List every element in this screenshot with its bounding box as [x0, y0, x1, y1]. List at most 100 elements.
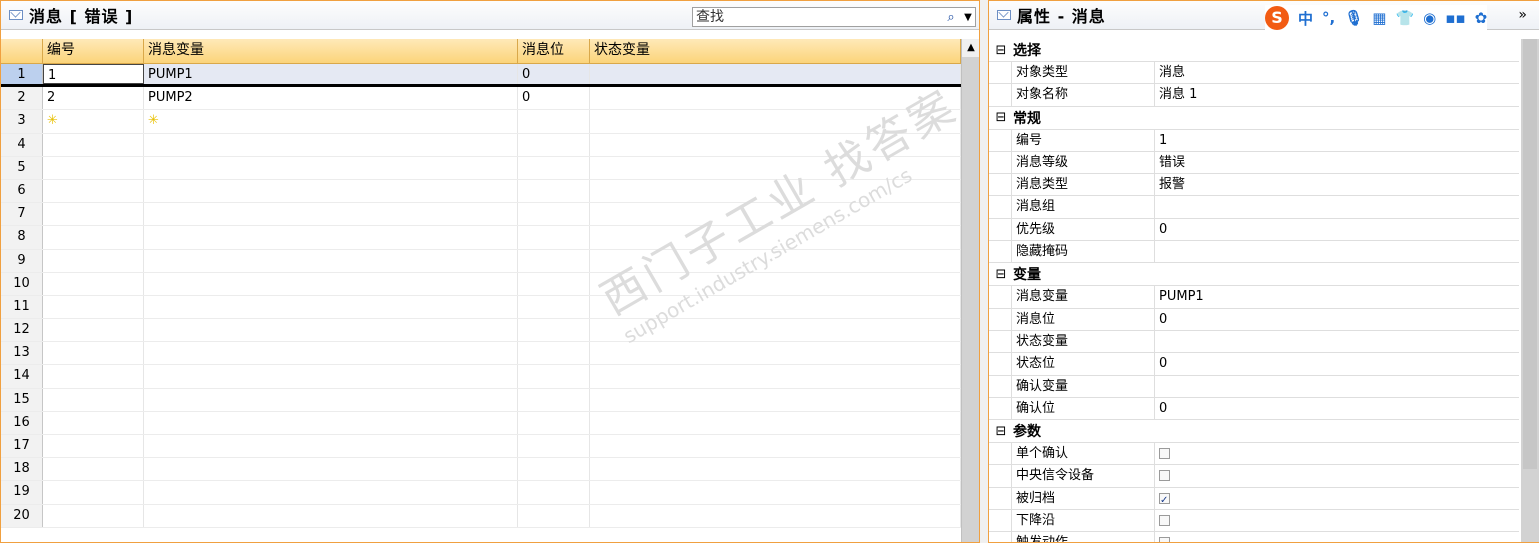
property-value[interactable]: PUMP1 — [1155, 286, 1519, 307]
cell-number[interactable] — [43, 458, 144, 481]
column-header-message-tag[interactable]: 消息变量 — [144, 39, 518, 63]
property-value[interactable] — [1155, 376, 1519, 397]
property-row[interactable]: 消息组 — [989, 196, 1519, 219]
table-row[interactable]: 17 — [1, 435, 961, 459]
column-header-status-tag[interactable]: 状态变量 — [590, 39, 961, 63]
table-row[interactable]: 20 — [1, 504, 961, 528]
cell-message-tag[interactable] — [144, 435, 518, 458]
cell-message-bit[interactable] — [518, 133, 590, 156]
cell-number[interactable] — [43, 319, 144, 342]
property-row[interactable]: 对象名称 消息 1 — [989, 84, 1519, 107]
cell-message-bit[interactable] — [518, 249, 590, 272]
row-number[interactable]: 12 — [1, 319, 43, 342]
row-number[interactable]: 8 — [1, 226, 43, 249]
cell-message-bit[interactable] — [518, 435, 590, 458]
cell-message-bit[interactable] — [518, 365, 590, 388]
ime-tool-icon[interactable]: ▪▪ — [1445, 9, 1465, 27]
cell-number[interactable] — [43, 388, 144, 411]
cell-message-bit[interactable] — [518, 203, 590, 226]
cell-number[interactable] — [43, 411, 144, 434]
row-number[interactable]: 11 — [1, 295, 43, 319]
row-number[interactable]: 7 — [1, 203, 43, 226]
cell-message-tag[interactable] — [144, 295, 518, 319]
cell-message-bit[interactable] — [518, 319, 590, 342]
cell-message-bit[interactable] — [518, 458, 590, 481]
collapse-icon[interactable]: ⊟ — [989, 110, 1013, 125]
cell-status-tag[interactable] — [590, 388, 961, 411]
cell-message-bit[interactable] — [518, 342, 590, 365]
cell-status-tag[interactable] — [590, 435, 961, 458]
ime-tool-icon[interactable]: ◉ — [1423, 9, 1436, 27]
cell-status-tag[interactable] — [590, 365, 961, 388]
cell-number[interactable]: 2 — [43, 87, 144, 110]
property-row[interactable]: 对象类型 消息 — [989, 62, 1519, 85]
cell-message-tag[interactable] — [144, 504, 518, 527]
cell-status-tag[interactable] — [590, 272, 961, 295]
cell-status-tag[interactable] — [590, 110, 961, 133]
cell-message-tag[interactable]: PUMP1 — [144, 64, 518, 85]
cell-status-tag[interactable] — [590, 249, 961, 272]
property-value[interactable] — [1155, 443, 1519, 464]
property-section[interactable]: ⊟ 常规 — [989, 106, 1519, 130]
cell-number[interactable] — [43, 156, 144, 179]
cell-message-tag[interactable] — [144, 179, 518, 203]
row-number[interactable]: 3 — [1, 110, 43, 133]
checkbox[interactable] — [1159, 515, 1170, 527]
cell-number[interactable] — [43, 272, 144, 295]
cell-message-bit[interactable]: 0 — [518, 64, 590, 85]
property-section[interactable]: ⊟ 变量 — [989, 263, 1519, 287]
property-row[interactable]: 中央信令设备 — [989, 465, 1519, 488]
cell-message-tag[interactable] — [144, 319, 518, 342]
property-value[interactable]: 0 — [1155, 219, 1519, 240]
column-header-message-bit[interactable]: 消息位 — [518, 39, 590, 63]
property-row[interactable]: 单个确认 — [989, 443, 1519, 466]
cell-message-bit[interactable] — [518, 179, 590, 203]
cell-message-bit[interactable] — [518, 226, 590, 249]
property-section[interactable]: ⊟ 参数 — [989, 420, 1519, 444]
property-row[interactable]: 消息位 0 — [989, 308, 1519, 331]
cell-status-tag[interactable] — [590, 411, 961, 434]
table-row[interactable]: 18 — [1, 458, 961, 482]
cell-status-tag[interactable] — [590, 179, 961, 203]
table-row[interactable]: 13 — [1, 342, 961, 366]
cell-message-bit[interactable] — [518, 272, 590, 295]
property-section[interactable]: ⊟ 选择 — [989, 39, 1519, 62]
table-row[interactable]: 7 — [1, 203, 961, 227]
property-row[interactable]: 被归档 — [989, 487, 1519, 511]
cell-message-tag[interactable] — [144, 388, 518, 411]
table-row[interactable]: 12 — [1, 319, 961, 343]
cell-message-bit[interactable] — [518, 504, 590, 527]
row-number[interactable]: 19 — [1, 481, 43, 504]
property-value[interactable]: 消息 — [1155, 62, 1519, 83]
cell-status-tag[interactable] — [590, 156, 961, 179]
cell-number[interactable] — [43, 226, 144, 249]
cell-number[interactable]: ✳ — [43, 110, 144, 133]
cell-status-tag[interactable] — [590, 504, 961, 527]
row-number[interactable]: 16 — [1, 411, 43, 434]
row-number[interactable]: 15 — [1, 388, 43, 411]
property-row[interactable]: 编号 1 — [989, 129, 1519, 152]
checkbox[interactable] — [1159, 537, 1170, 542]
cell-message-tag[interactable] — [144, 226, 518, 249]
table-row[interactable]: 14 — [1, 365, 961, 389]
cell-number[interactable]: 1 — [43, 64, 144, 85]
cell-message-tag[interactable] — [144, 249, 518, 272]
table-row[interactable]: 3 ✳ ✳ — [1, 110, 961, 134]
property-row[interactable]: 确认变量 — [989, 375, 1519, 398]
property-value[interactable]: 0 — [1155, 309, 1519, 330]
cell-message-tag[interactable] — [144, 156, 518, 179]
table-row[interactable]: 10 — [1, 272, 961, 296]
collapse-icon[interactable]: ⊟ — [989, 424, 1013, 439]
table-row[interactable]: 8 — [1, 226, 961, 250]
property-value[interactable] — [1155, 241, 1519, 262]
cell-message-bit[interactable]: 0 — [518, 87, 590, 110]
scroll-up-icon[interactable]: ▲ — [962, 39, 979, 57]
row-number[interactable]: 18 — [1, 458, 43, 481]
property-value[interactable]: 0 — [1155, 398, 1519, 419]
cell-status-tag[interactable] — [590, 458, 961, 481]
table-row[interactable]: 16 — [1, 411, 961, 435]
cell-message-bit[interactable] — [518, 156, 590, 179]
cell-message-tag[interactable] — [144, 203, 518, 226]
table-row[interactable]: 9 — [1, 249, 961, 273]
table-row[interactable]: 1 1 PUMP1 0 — [1, 64, 961, 88]
